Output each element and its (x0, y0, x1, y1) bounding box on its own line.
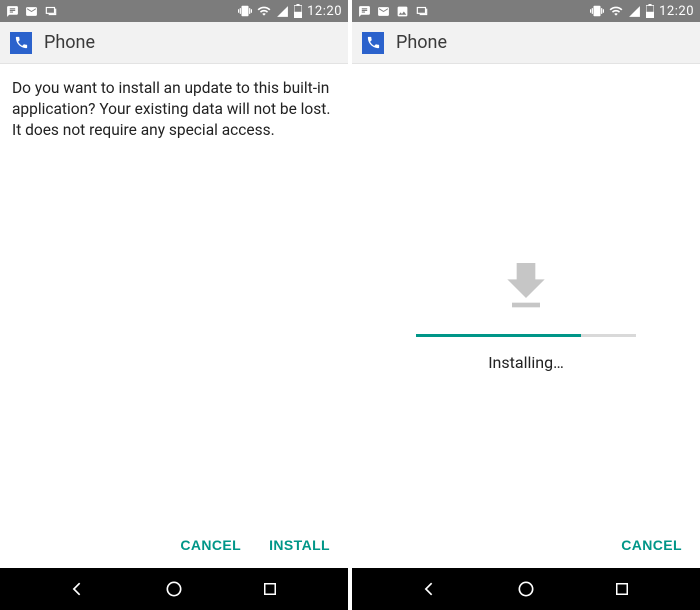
button-row: CANCEL (352, 522, 700, 568)
screenshot-icon (415, 4, 429, 18)
app-header: Phone (352, 22, 700, 64)
status-right: 12:20 (238, 4, 342, 19)
status-right: 12:20 (590, 4, 694, 19)
status-left (6, 4, 58, 18)
app-title: Phone (396, 32, 447, 53)
cancel-button[interactable]: CANCEL (180, 537, 241, 553)
message-icon (6, 5, 19, 18)
install-button[interactable]: INSTALL (269, 537, 330, 553)
screenshot-icon (44, 4, 58, 18)
message-icon (358, 5, 371, 18)
battery-icon (646, 4, 654, 18)
mail-icon (25, 5, 38, 18)
mail-icon (377, 5, 390, 18)
progress-area: Installing… (352, 256, 700, 372)
nav-back-button[interactable] (410, 569, 450, 609)
phone-app-icon (362, 32, 384, 54)
status-time: 12:20 (307, 4, 342, 19)
nav-bar (0, 568, 348, 610)
wifi-icon (257, 4, 271, 18)
nav-recent-button[interactable] (602, 569, 642, 609)
status-left (358, 4, 429, 18)
image-icon (396, 5, 409, 18)
status-bar: 12:20 (352, 0, 700, 22)
nav-bar (352, 568, 700, 610)
nav-recent-button[interactable] (250, 569, 290, 609)
battery-icon (294, 4, 302, 18)
nav-home-button[interactable] (506, 569, 546, 609)
progress-bar (416, 334, 636, 337)
status-time: 12:20 (659, 4, 694, 19)
progress-fill (416, 334, 581, 337)
install-prompt-content: Do you want to install an update to this… (0, 64, 348, 522)
vibrate-icon (238, 4, 252, 18)
screen-install-prompt: 12:20 Phone Do you want to install an up… (0, 0, 348, 610)
app-header: Phone (0, 22, 348, 64)
nav-back-button[interactable] (58, 569, 98, 609)
install-prompt-text: Do you want to install an update to this… (12, 78, 336, 141)
download-icon (498, 256, 554, 316)
status-bar: 12:20 (0, 0, 348, 22)
cancel-button[interactable]: CANCEL (621, 537, 682, 553)
installing-content: Installing… (352, 64, 700, 522)
wifi-icon (609, 4, 623, 18)
signal-icon (276, 5, 289, 18)
button-row: CANCEL INSTALL (0, 522, 348, 568)
signal-icon (628, 5, 641, 18)
screen-installing: 12:20 Phone Installing… CANCEL (352, 0, 700, 610)
phone-app-icon (10, 32, 32, 54)
app-title: Phone (44, 32, 95, 53)
nav-home-button[interactable] (154, 569, 194, 609)
vibrate-icon (590, 4, 604, 18)
progress-label: Installing… (488, 353, 564, 372)
